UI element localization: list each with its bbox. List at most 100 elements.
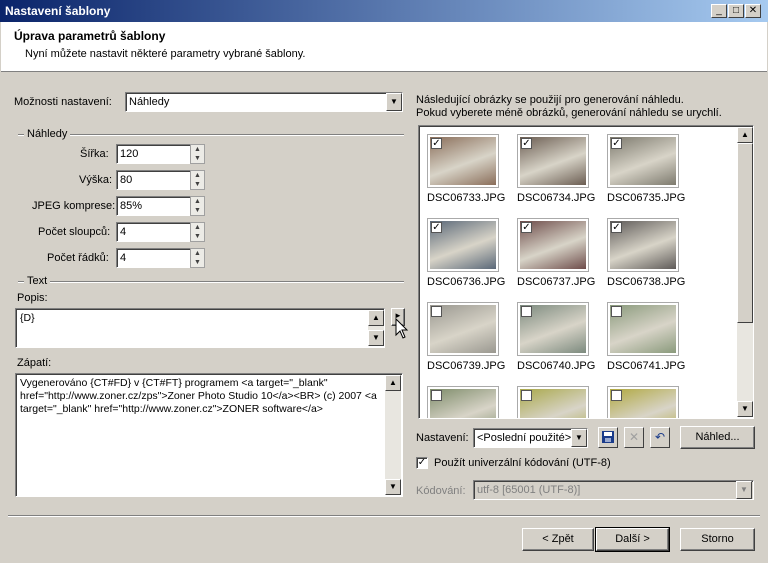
height-label: Výška: [79,174,113,186]
image-thumbnail[interactable]: ✓ [607,134,679,188]
image-thumbnail[interactable]: ✓ [427,134,499,188]
preview-button[interactable]: Náhled... [680,426,755,449]
preview-info-line2: Pokud vyberete méně obrázků, generování … [416,107,722,119]
image-checkbox[interactable] [611,390,622,401]
jpeg-value: 85% [120,200,143,212]
image-thumbnail[interactable] [607,386,679,418]
undo-icon[interactable]: ↶ [650,427,670,448]
back-button-label: < Zpět [542,533,574,545]
utf8-label: Použít univerzální kódování (UTF-8) [434,457,611,469]
group-separator [18,134,404,136]
popis-label: Popis: [17,292,48,304]
chevron-down-icon[interactable]: ▼ [386,93,402,111]
image-filename: DSC06738.JPG [607,276,686,288]
image-checkbox[interactable]: ✓ [611,222,622,233]
image-thumbnail[interactable]: ✓ [517,134,589,188]
columns-input[interactable]: 4 [116,222,191,242]
group-nahledy-label: Náhledy [24,128,71,140]
zapati-label: Zápatí: [17,357,52,369]
image-list[interactable]: ✓ DSC06733.JPG ✓ DSC06734.JPG ✓ DSC06735.JPG ✓… [418,125,754,419]
width-input[interactable]: 120 [116,144,191,164]
image-thumbnail[interactable] [427,386,499,418]
window-title-bar: Nastavení šablony [0,0,768,22]
kodovani-select[interactable]: utf-8 [65001 (UTF-8)] [473,480,754,500]
zapati-textarea[interactable]: Vygenerováno {CT#FD} v {CT#FT} programem… [15,373,403,497]
jpeg-input[interactable]: 85% [116,196,191,216]
footer-separator [8,515,760,517]
image-checkbox[interactable] [611,306,622,317]
header-title: Úprava parametrů šablony [14,29,166,43]
window-title: Nastavení šablony [5,4,111,18]
zapati-value: Vygenerováno {CT#FD} v {CT#FT} programem… [20,377,377,415]
image-filename: DSC06735.JPG [607,192,686,204]
columns-value: 4 [120,226,127,238]
height-spinner[interactable]: ▲ ▼ [190,170,205,190]
image-thumbnail[interactable]: ✓ [517,218,589,272]
image-filename: DSC06740.JPG [517,360,596,372]
minimize-button[interactable]: _ [711,4,727,18]
image-list-scrollbar[interactable]: ▲ ▼ [737,127,753,417]
maximize-button[interactable]: □ [728,4,744,18]
scroll-down-icon[interactable]: ▼ [368,330,384,346]
columns-spinner[interactable]: ▲ ▼ [190,222,205,242]
cancel-button[interactable]: Storno [680,528,755,551]
next-button-label: Další > [615,533,650,545]
back-button[interactable]: < Zpět [522,528,594,551]
chevron-down-icon[interactable]: ▼ [571,429,587,447]
image-checkbox[interactable]: ✓ [521,138,532,149]
wizard-header: Úprava parametrů šablony Nyní můžete nas… [1,22,767,72]
chevron-down-icon[interactable]: ▼ [736,481,752,499]
image-checkbox[interactable]: ✓ [611,138,622,149]
image-filename: DSC06739.JPG [427,360,506,372]
scroll-up-icon[interactable]: ▲ [368,310,384,326]
rows-input[interactable]: 4 [116,248,191,268]
image-thumbnail[interactable] [607,302,679,356]
jpeg-spinner[interactable]: ▲ ▼ [190,196,205,216]
image-checkbox[interactable]: ✓ [431,222,442,233]
delete-icon[interactable]: ✕ [624,427,644,448]
close-button[interactable]: ✕ [745,4,761,18]
image-thumbnail[interactable] [517,386,589,418]
image-filename: DSC06737.JPG [517,276,596,288]
popis-scrollbar[interactable]: ▲ ▼ [368,310,384,346]
columns-label: Počet sloupců: [38,226,111,238]
image-filename: DSC06734.JPG [517,192,596,204]
image-checkbox[interactable] [521,306,532,317]
save-icon[interactable] [598,427,618,448]
zapati-scrollbar[interactable]: ▲ ▼ [385,375,401,495]
preview-info-line1: Následující obrázky se použijí pro gener… [416,94,684,106]
cancel-button-label: Storno [701,533,734,545]
height-input[interactable]: 80 [116,170,191,190]
rows-label: Počet řádků: [47,252,109,264]
popis-value: {D} [20,312,35,324]
height-value: 80 [120,174,133,186]
image-checkbox[interactable]: ✓ [431,138,442,149]
group-separator [18,281,404,283]
settings-select[interactable]: Náhledy [125,92,403,112]
scroll-down-icon[interactable]: ▼ [385,479,401,495]
popis-textarea[interactable]: {D} [15,308,385,348]
settings-select-value: Náhledy [129,96,170,108]
next-button[interactable]: Další > [595,527,670,552]
rows-spinner[interactable]: ▲ ▼ [190,248,205,268]
scroll-up-icon[interactable]: ▲ [385,375,401,391]
scroll-thumb[interactable] [737,143,753,323]
jpeg-label: JPEG komprese: [32,200,116,212]
header-subtitle: Nyní můžete nastavit některé parametry v… [25,48,306,60]
width-spinner[interactable]: ▲ ▼ [190,144,205,164]
image-thumbnail[interactable] [427,302,499,356]
image-checkbox[interactable] [431,306,442,317]
scroll-down-icon[interactable]: ▼ [737,401,753,417]
image-thumbnail[interactable] [517,302,589,356]
image-checkbox[interactable]: ✓ [521,222,532,233]
image-checkbox[interactable] [521,390,532,401]
image-thumbnail[interactable]: ✓ [607,218,679,272]
image-filename: DSC06733.JPG [427,192,506,204]
utf8-checkbox[interactable]: ✓ [416,457,428,469]
image-thumbnail[interactable]: ✓ [427,218,499,272]
kodovani-label: Kódování: [416,485,466,497]
scroll-up-icon[interactable]: ▲ [737,127,753,143]
rows-value: 4 [120,252,127,264]
kodovani-select-value: utf-8 [65001 (UTF-8)] [477,484,581,496]
image-checkbox[interactable] [431,390,442,401]
